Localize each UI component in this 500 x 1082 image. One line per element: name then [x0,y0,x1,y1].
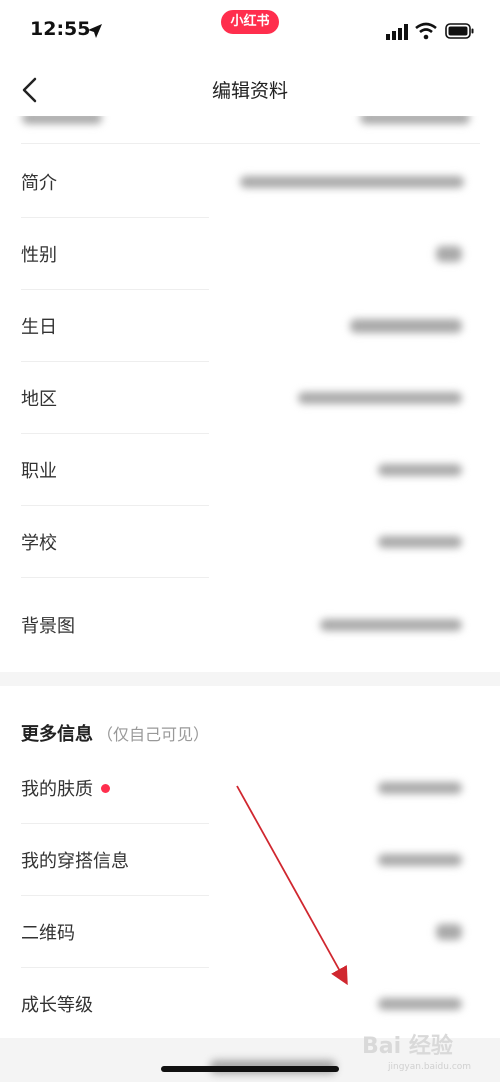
page-title: 编辑资料 [211,80,288,102]
more-info-section-title: 更多信息 （仅自己可见） [21,720,209,746]
row-skin-type[interactable]: 我的肤质 [0,752,500,824]
row-school[interactable]: 学校 [0,506,500,578]
row-label: 学校 [21,533,57,554]
home-indicator[interactable] [161,1066,339,1072]
blurred-value [320,619,462,631]
row-label: 简介 [21,173,57,194]
row-bio[interactable]: 简介 [0,146,500,218]
status-bar: 12:55 小红书 [0,0,500,62]
row-qr-code[interactable]: 二维码 [0,896,500,968]
row-divider [21,143,480,144]
partial-row[interactable] [0,116,500,144]
blurred-value [378,464,462,476]
row-label-text: 我的肤质 [21,779,93,800]
nav-bar: 编辑资料 [0,62,500,118]
row-label: 地区 [21,389,57,410]
app-badge[interactable]: 小红书 [221,10,279,34]
status-time: 12:55 [30,18,91,40]
row-gender[interactable]: 性别 [0,218,500,290]
row-label: 职业 [21,461,57,482]
row-background-image[interactable]: 背景图 [0,578,500,672]
row-label: 二维码 [21,923,75,944]
blurred-value [378,998,462,1010]
watermark-logo: Bai 经验 [362,1034,453,1059]
row-label: 生日 [21,317,57,338]
blurred-value [350,319,462,333]
location-arrow-icon [88,24,102,38]
new-indicator-dot [101,783,110,793]
blurred-value [436,246,462,262]
watermark-url: jingyan.baidu.com [388,1062,472,1072]
blurred-value [378,782,462,794]
battery-icon [445,23,474,39]
blurred-value [378,854,462,866]
row-label: 我的肤质 [21,775,110,801]
row-outfit-info[interactable]: 我的穿搭信息 [0,824,500,896]
row-birthday[interactable]: 生日 [0,290,500,362]
section-separator [0,672,500,686]
row-label: 背景图 [21,616,75,637]
row-label: 成长等级 [21,995,93,1016]
section-title-text: 更多信息 [21,724,93,745]
wifi-icon [415,22,437,40]
blurred-value [378,536,462,548]
row-label: 性别 [21,245,57,266]
signal-icon [386,24,408,40]
row-label: 我的穿搭信息 [21,851,129,872]
blurred-value [298,392,462,404]
blurred-value [240,176,464,188]
blurred-value [436,924,462,940]
row-occupation[interactable]: 职业 [0,434,500,506]
row-region[interactable]: 地区 [0,362,500,434]
section-subtitle: （仅自己可见） [97,725,210,744]
